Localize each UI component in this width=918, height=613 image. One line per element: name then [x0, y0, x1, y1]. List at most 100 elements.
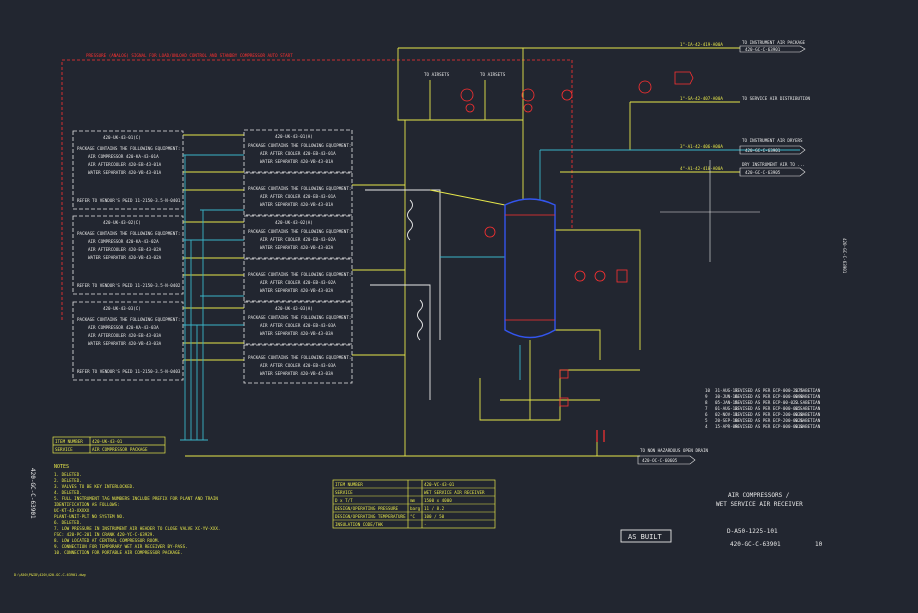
- top-note: PRESSURE (ANALOG) SIGNAL FOR LOAD/UNLOAD…: [86, 53, 293, 58]
- as-built-stamp: AS BUILT: [620, 529, 672, 543]
- package-tag: 420-UK-43-03(C): [103, 306, 141, 311]
- equipment-box-3a[interactable]: 420-UK-43-03(A) PACKAGE CONTAINS THE FOL…: [243, 301, 353, 345]
- table-key: INSULATION CODE/THK: [335, 522, 383, 527]
- table-key: DESIGN/OPERATING TEMPERATURE: [335, 514, 406, 519]
- equip-item: AIR AFTER COOLER 420-EB-43-01A: [260, 151, 336, 156]
- package-line: PACKAGE CONTAINS THE FOLLOWING EQUIPMENT…: [77, 231, 180, 236]
- package-line: WATER SEPARATOR 420-VB-43-03A: [88, 341, 162, 346]
- table-value: -: [424, 522, 427, 527]
- note-line: 7. LOW PRESSURE IN INSTRUMENT AIR HEADER…: [54, 526, 220, 531]
- package-tag: 420-UK-43-02(C): [103, 220, 141, 225]
- note-line: 9. CONNECTION FOR TEMPORARY WET AIR RECE…: [54, 544, 188, 549]
- receiver-item-table: ITEM NUMBER 420-VC-43-01 SERVICE WET SER…: [332, 479, 496, 529]
- destination-ref: 420-GC-C-63905: [745, 170, 781, 175]
- table-unit: barg: [410, 506, 421, 511]
- cad-crosshair: [660, 160, 760, 262]
- line-number: 1"-SA-42-407-A00A: [680, 96, 723, 101]
- rev-number: 6: [705, 412, 708, 417]
- rev-by: S.SABETIAN: [795, 412, 821, 417]
- equip-label: PACKAGE CONTAINS THE FOLLOWING EQUIPMENT…: [248, 272, 351, 277]
- package-line: PACKAGE CONTAINS THE FOLLOWING EQUIPMENT…: [77, 146, 180, 151]
- rev-desc: REVISED AS PER ECP-200-0026: [735, 418, 804, 423]
- rev-desc: REVISED AS PER ECP-000-0098: [735, 394, 804, 399]
- vendor-ref: REFER TO VENDOR'S P&ID 11-2150-3.5-N-040…: [77, 198, 181, 203]
- note-line: 6. DELETED.: [54, 520, 82, 525]
- vendor-ref: REFER TO VENDOR'S P&ID 11-2150-3.5-N-040…: [77, 369, 181, 374]
- side-drawing-number: 420-GC-C-63901: [29, 468, 36, 519]
- rev-by: S.SABETIAN: [795, 388, 821, 393]
- compressor-package-3[interactable]: 420-UK-43-03(C) PACKAGE CONTAINS THE FOL…: [72, 301, 184, 381]
- destination-service-air[interactable]: 1"-SA-42-407-A00A TO SERVICE AIR DISTRIB…: [680, 96, 811, 101]
- equip-item: WATER SEPARATOR 420-VB-43-01A: [260, 159, 334, 164]
- destination-dry-air[interactable]: 4"-A1-42-418-A00A DRY INSTRUMENT AIR TO …: [680, 162, 806, 177]
- table-key: DESIGN/OPERATING PRESSURE: [335, 506, 399, 511]
- destination-ref: 420-GC-C-63901: [745, 47, 781, 52]
- equipment-box-3b[interactable]: PACKAGE CONTAINS THE FOLLOWING EQUIPMENT…: [243, 344, 353, 384]
- equip-label: PACKAGE CONTAINS THE FOLLOWING EQUIPMENT…: [248, 143, 351, 148]
- equipment-box-1b[interactable]: PACKAGE CONTAINS THE FOLLOWING EQUIPMENT…: [243, 172, 353, 216]
- drain-label: TO NON HAZARDOUS OPEN DRAIN: [640, 448, 709, 453]
- notes-title: NOTES: [54, 464, 69, 470]
- drain-destination[interactable]: TO NON HAZARDOUS OPEN DRAIN 420-OC-C-606…: [596, 430, 709, 465]
- rev-number: 9: [705, 394, 708, 399]
- equip-tag: 420-UK-43-01(A): [275, 134, 313, 139]
- note-line: UC-KT-43-XXXXX: [54, 508, 90, 513]
- rev-desc: REVISED AS PER ECP-200-0038: [735, 412, 804, 417]
- package-line: WATER SEPARATOR 420-VB-43-02A: [88, 255, 162, 260]
- table-value: WET SERVICE AIR RECEIVER: [424, 490, 485, 495]
- equip-item: WATER SEPARATOR 420-VB-43-02A: [260, 288, 334, 293]
- compressor-package-1[interactable]: 420-UK-43-01(C) PACKAGE CONTAINS THE FOL…: [72, 130, 184, 210]
- destination-instrument-air[interactable]: 1"-IA-42-419-A00A TO INSTRUMENT AIR PACK…: [680, 40, 806, 53]
- equip-tag: 420-UK-43-02(A): [275, 220, 313, 225]
- package-line: AIR AFTERCOOLER 420-EB-43-01A: [88, 162, 162, 167]
- equip-label: PACKAGE CONTAINS THE FOLLOWING EQUIPMENT…: [248, 355, 351, 360]
- table-value: 420-VC-43-01: [424, 482, 455, 487]
- note-line: PLANT-UNIT-PLT NO SYSTEM NO.: [54, 514, 125, 519]
- stamp-text: AS BUILT: [628, 533, 663, 541]
- title-line-1: AIR COMPRESSORS /: [728, 492, 790, 499]
- drawing-number: D-A50-1225-101: [727, 528, 778, 535]
- revision-number: 10: [815, 541, 823, 548]
- package-line: AIR COMPRESSOR 420-KA-43-03A: [88, 325, 159, 330]
- airsets-label: TO AIRSETS: [424, 72, 450, 77]
- drawing-notes: NOTES 1. DELETED. 2. DELETED. 3. VALVES …: [54, 464, 220, 555]
- table-key: ITEM NUMBER: [335, 482, 363, 487]
- equipment-box-2b[interactable]: PACKAGE CONTAINS THE FOLLOWING EQUIPMENT…: [243, 258, 353, 302]
- table-key: SERVICE: [55, 447, 73, 452]
- airsets-label: TO AIRSETS: [480, 72, 506, 77]
- package-line: AIR AFTERCOOLER 420-EB-43-03A: [88, 333, 162, 338]
- equip-item: AIR AFTER COOLER 420-EB-43-01A: [260, 194, 336, 199]
- rev-number: 7: [705, 406, 708, 411]
- table-value: 1500 x 4000: [424, 498, 452, 503]
- pid-drawing: PRESSURE (ANALOG) SIGNAL FOR LOAD/UNLOAD…: [14, 40, 847, 577]
- rev-number: 5: [705, 418, 708, 423]
- table-unit: °C: [410, 514, 416, 519]
- equip-item: WATER SEPARATOR 420-VB-43-03A: [260, 331, 334, 336]
- equipment-box-1a[interactable]: 420-UK-43-01(A) PACKAGE CONTAINS THE FOL…: [243, 129, 353, 173]
- line-number: 3"-A1-42-406-A00A: [680, 144, 723, 149]
- destination-dryers[interactable]: 3"-A1-42-406-A00A TO INSTRUMENT AIR DRYE…: [680, 138, 806, 155]
- wet-service-air-receiver[interactable]: [504, 198, 556, 339]
- revision-block: 10 31-AUG-17 REVISED AS PER ECP-000-2475…: [705, 388, 821, 429]
- rev-desc: REVISED AS PER ECP-00-023: [735, 400, 799, 405]
- rev-by: S.SABETIAN: [795, 418, 821, 423]
- compressor-package-2[interactable]: 420-UK-43-02(C) PACKAGE CONTAINS THE FOL…: [72, 215, 184, 295]
- equip-item: AIR AFTER COOLER 420-EB-43-03A: [260, 363, 336, 368]
- package-line: AIR COMPRESSOR 420-KA-43-02A: [88, 239, 159, 244]
- equip-label: PACKAGE CONTAINS THE FOLLOWING EQUIPMENT…: [248, 315, 351, 320]
- rev-by: S.SABETIAN: [795, 406, 821, 411]
- equip-item: WATER SEPARATOR 420-VB-43-03A: [260, 371, 334, 376]
- table-value: 100 / 50: [424, 514, 445, 519]
- equip-item: WATER SEPARATOR 420-VB-43-01A: [260, 202, 334, 207]
- table-key: D x T/T: [335, 498, 353, 503]
- file-path: D:\A50\P&ID\420\420-GC-C-63901.dwg: [14, 573, 86, 577]
- note-line: 5. FULL INSTRUMENT TAG NUMBERS INCLUDE P…: [54, 496, 218, 501]
- destination-label: TO SERVICE AIR DISTRIBUTION: [742, 96, 811, 101]
- rev-number: 10: [705, 388, 711, 393]
- destination-label: DRY INSTRUMENT AIR TO ...: [742, 162, 805, 167]
- rev-number: 8: [705, 400, 708, 405]
- rev-by: S.SABETIAN: [795, 424, 821, 429]
- package-item-table: ITEM NUMBER 420-UK-43-01 SERVICE AIR COM…: [52, 436, 166, 454]
- equip-tag: 420-UK-43-03(A): [275, 306, 313, 311]
- equipment-box-2a[interactable]: 420-UK-43-02(A) PACKAGE CONTAINS THE FOL…: [243, 215, 353, 259]
